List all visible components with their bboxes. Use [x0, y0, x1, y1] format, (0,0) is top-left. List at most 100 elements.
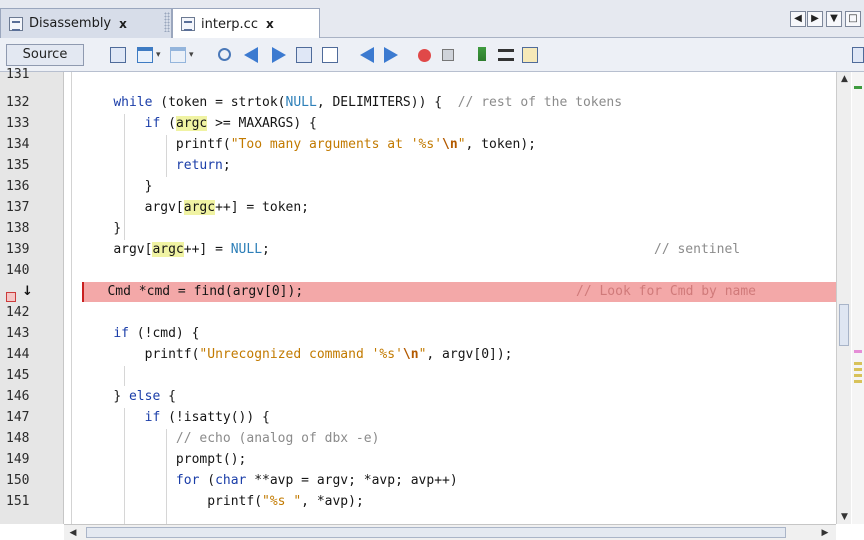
last-edit-icon[interactable] [110, 47, 126, 63]
line-number: 139 [6, 242, 30, 257]
string: "%s " [262, 494, 302, 509]
diff-icon[interactable] [522, 47, 538, 63]
tab-drag-handle[interactable] [164, 12, 170, 32]
constant: NULL [230, 242, 263, 257]
code-line-141-current: Cmd *cmd = find(argv[0]); // Look for Cmd… [82, 282, 836, 302]
tab-disassembly[interactable]: Disassembly x [0, 8, 172, 38]
code-line-135: return; [82, 156, 836, 176]
toggle-rect-selection-icon[interactable] [322, 47, 338, 63]
code-text: prompt(); [175, 452, 247, 467]
code-editor[interactable]: 131 132 133 134 135 136 137 138 139 140 … [0, 67, 864, 540]
code-text: **avp = argv; *avp; avp++) [246, 473, 458, 488]
occurrence-mark: argc [152, 242, 184, 257]
error-stripe[interactable] [852, 72, 864, 524]
close-icon[interactable]: x [119, 17, 127, 31]
scroll-right-icon[interactable]: ▶ [818, 526, 832, 540]
line-number: 136 [6, 179, 30, 194]
string: " [457, 137, 466, 152]
source-view-button[interactable]: Source [6, 44, 84, 66]
constant: NULL [285, 95, 317, 110]
line-number: 145 [6, 368, 30, 383]
code-line-136: } [82, 177, 836, 197]
forward-icon[interactable] [170, 47, 186, 63]
code-text: printf( [144, 347, 200, 362]
line-number: 149 [6, 452, 30, 467]
horizontal-scrollbar[interactable]: ◀ ▶ [64, 524, 836, 540]
code-text: printf( [175, 137, 231, 152]
line-number: 132 [6, 95, 30, 110]
code-text: argv[ [113, 242, 153, 257]
toolbar-overflow-icon[interactable] [852, 47, 864, 63]
string-escape: \n [442, 137, 458, 152]
code-text: ; [222, 158, 231, 173]
occurrence-marker[interactable] [854, 380, 862, 383]
comment-icon[interactable] [478, 47, 486, 61]
occurrence-marker[interactable] [854, 374, 862, 377]
line-number: 133 [6, 116, 30, 131]
vertical-scroll-thumb[interactable] [839, 304, 849, 346]
code-text: Cmd *cmd = find(argv[0]); [107, 284, 304, 299]
occurrence-mark: argc [175, 116, 208, 131]
code-line-144: printf("Unrecognized command '%s'\n", ar… [82, 345, 836, 365]
forward-dropdown-icon[interactable]: ▾ [189, 50, 197, 66]
close-icon[interactable]: x [266, 17, 274, 31]
tab-interp-cc[interactable]: interp.cc x [172, 8, 320, 39]
scroll-left-icon[interactable]: ◀ [66, 526, 80, 540]
indent-guide [124, 366, 125, 386]
keyword: for [175, 473, 200, 488]
back-dropdown-icon[interactable]: ▾ [156, 50, 164, 66]
tab-interp-label: interp.cc [201, 16, 258, 32]
keyword: else [128, 389, 161, 404]
occurrence-marker[interactable] [854, 362, 862, 365]
toggle-highlight-icon[interactable] [296, 47, 312, 63]
comment: // sentinel [654, 242, 741, 257]
line-number: 140 [6, 263, 30, 278]
uncomment-icon[interactable] [498, 49, 514, 61]
line-number: 150 [6, 473, 30, 488]
disassembly-icon [9, 16, 23, 31]
scroll-tabs-right-icon[interactable]: ▶ [807, 11, 823, 27]
editor-toolbar: Source ▾ ▾ [0, 38, 864, 72]
line-number: 134 [6, 137, 30, 152]
code-text: , *avp); [301, 494, 364, 509]
code-text-area[interactable]: while (token = strtok(NULL, DELIMITERS))… [82, 72, 836, 524]
code-line-133: if (argc >= MAXARGS) { [82, 114, 836, 134]
code-line-151: printf("%s ", *avp); [82, 492, 836, 512]
line-number: 147 [6, 410, 30, 425]
tab-bar: Disassembly x interp.cc x ◀ ▶ ▼ □ [0, 0, 864, 39]
breakpoint-marker[interactable] [854, 350, 862, 353]
horizontal-scroll-thumb[interactable] [86, 527, 786, 538]
find-selection-icon[interactable] [218, 48, 231, 61]
stop-macro-icon[interactable] [442, 49, 454, 61]
line-number-gutter[interactable]: 131 132 133 134 135 136 137 138 139 140 … [0, 67, 64, 524]
code-text: (!cmd) { [128, 326, 200, 341]
find-previous-icon[interactable] [244, 47, 258, 63]
keyword: char [215, 473, 247, 488]
code-text: ; [262, 242, 270, 257]
tab-list-icon[interactable]: ▼ [826, 11, 842, 27]
code-text: , argv[0]); [426, 347, 513, 362]
line-number: 151 [6, 494, 30, 509]
shift-left-icon[interactable] [360, 47, 374, 63]
string: "Unrecognized command '%s' [199, 347, 403, 362]
occurrence-mark: argc [183, 200, 216, 215]
vertical-scrollbar[interactable]: ▲ ▼ [836, 72, 851, 524]
code-line-137: argv[argc++] = token; [82, 198, 836, 218]
line-number: 142 [6, 305, 30, 320]
shift-right-icon[interactable] [384, 47, 398, 63]
restore-window-icon[interactable]: □ [845, 11, 861, 27]
line-number: 135 [6, 158, 30, 173]
occurrence-marker[interactable] [854, 368, 862, 371]
scroll-down-icon[interactable]: ▼ [837, 510, 852, 524]
line-number: 138 [6, 221, 30, 236]
keyword: if [144, 410, 161, 425]
breakpoint-icon[interactable] [6, 292, 16, 302]
back-icon[interactable] [137, 47, 153, 63]
comment: // echo (analog of dbx -e) [175, 431, 380, 446]
code-text: argv[ [144, 200, 184, 215]
scroll-tabs-left-icon[interactable]: ◀ [790, 11, 806, 27]
line-number: 131 [6, 67, 30, 82]
scroll-up-icon[interactable]: ▲ [837, 72, 852, 86]
start-macro-icon[interactable] [418, 49, 431, 62]
find-next-icon[interactable] [272, 47, 286, 63]
